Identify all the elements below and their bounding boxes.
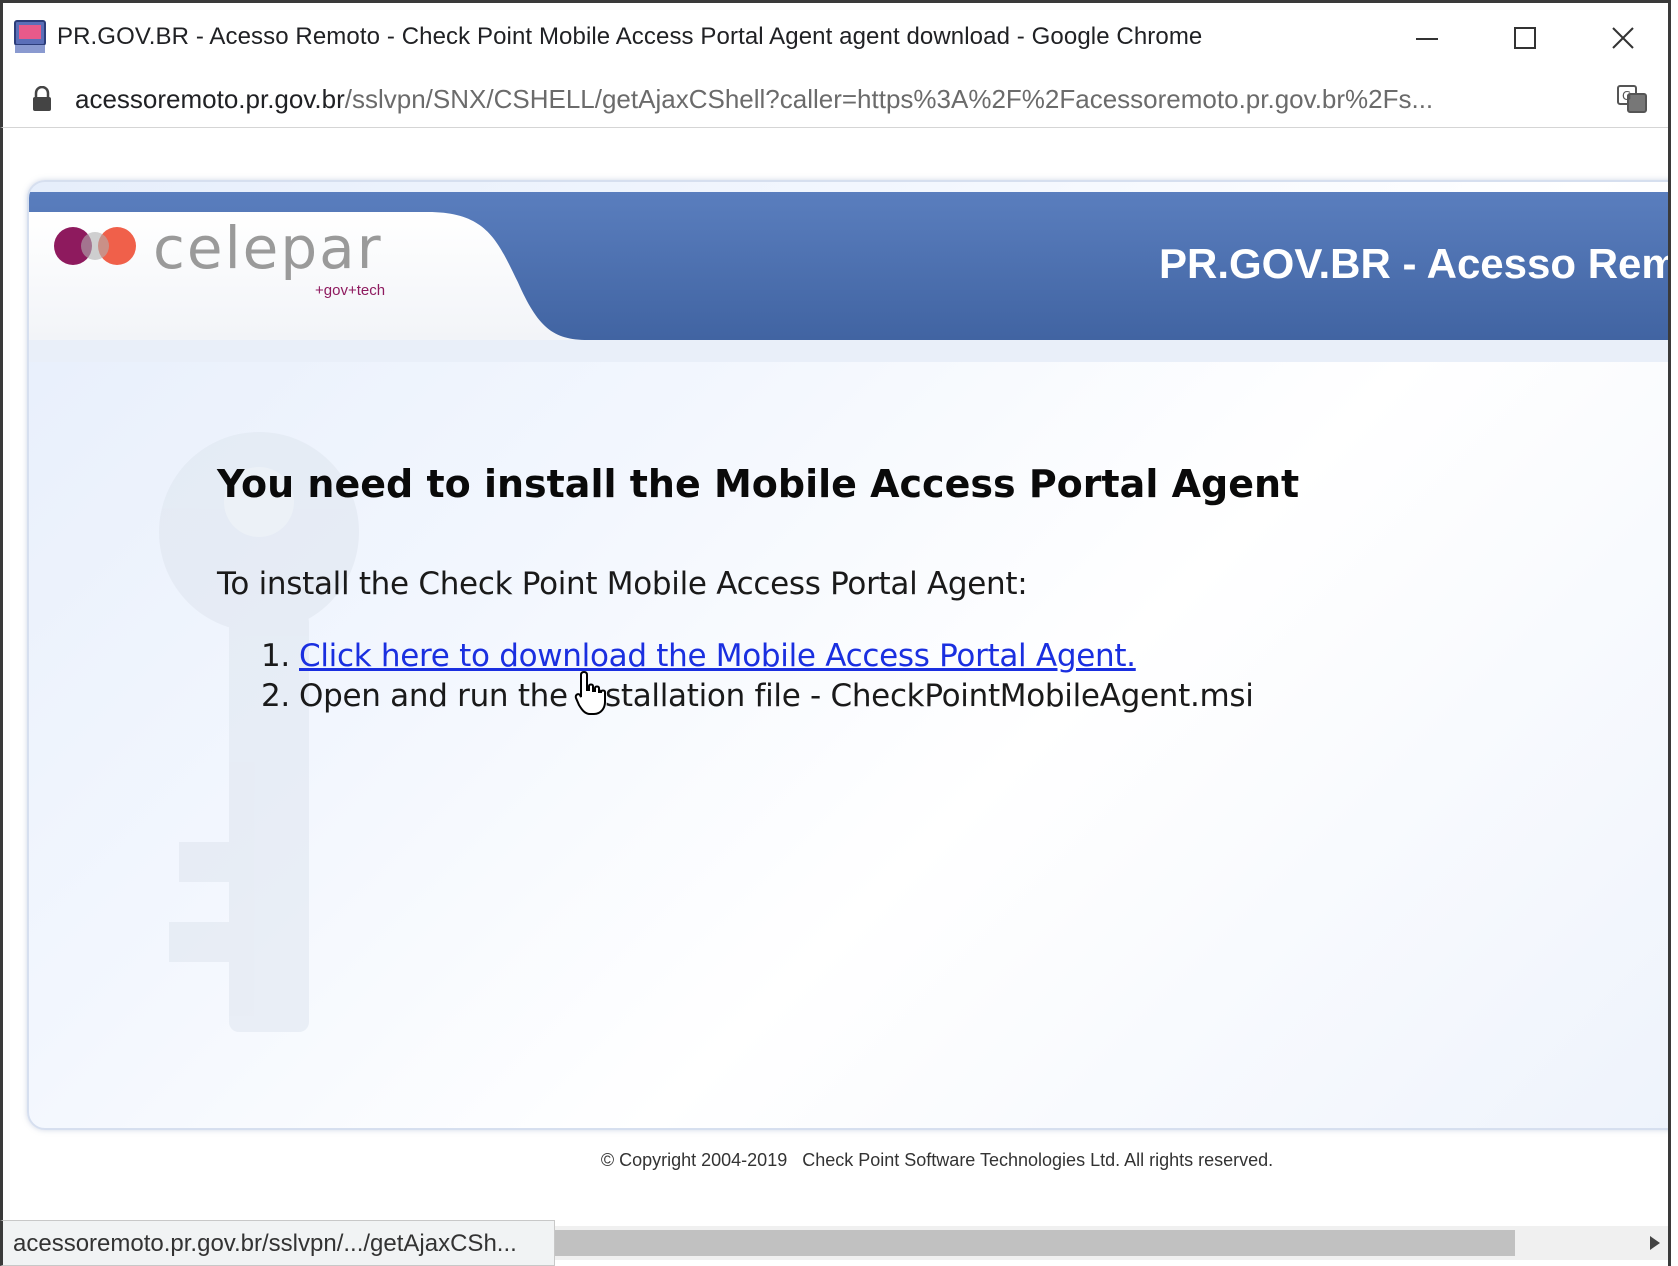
minimize-button[interactable] [1397, 15, 1457, 61]
minimize-icon [1416, 38, 1438, 40]
address-bar[interactable]: acessoremoto.pr.gov.br/sslvpn/SNX/CSHELL… [0, 70, 1668, 128]
hand-cursor-icon [574, 670, 606, 715]
horizontal-scrollbar[interactable] [555, 1226, 1668, 1260]
url-host: acessoremoto.pr.gov.br [75, 84, 345, 114]
list-item: 2. Open and run the installation file - C… [261, 678, 1254, 718]
download-agent-link[interactable]: Click here to download the Mobile Access… [299, 638, 1136, 674]
page-content: celepar +gov+tech PR.GOV.BR - Acesso Rem… [0, 128, 1668, 1220]
close-button[interactable] [1593, 15, 1653, 61]
scrollbar-thumb[interactable] [555, 1230, 1515, 1256]
portal-panel: celepar +gov+tech PR.GOV.BR - Acesso Rem… [27, 180, 1668, 1130]
window-title: PR.GOV.BR - Acesso Remoto - Check Point … [57, 23, 1203, 50]
page-heading: You need to install the Mobile Access Po… [217, 462, 1300, 506]
scroll-right-arrow-icon[interactable] [1648, 1234, 1662, 1252]
step-number: 1. [261, 638, 290, 674]
translate-icon[interactable]: G [1615, 82, 1649, 116]
celepar-logo: celepar +gov+tech [53, 214, 433, 312]
status-url: acessoremoto.pr.gov.br/sslvpn/.../getAja… [13, 1230, 517, 1257]
svg-text:G: G [1622, 89, 1631, 103]
url-text[interactable]: acessoremoto.pr.gov.br/sslvpn/SNX/CSHELL… [75, 84, 1433, 115]
maximize-icon [1514, 27, 1536, 49]
banner-title: PR.GOV.BR - Acesso Rem [1159, 240, 1668, 287]
install-intro: To install the Check Point Mobile Access… [217, 566, 1028, 602]
url-path: /sslvpn/SNX/CSHELL/getAjaxCShell?caller=… [344, 84, 1434, 114]
status-bar: acessoremoto.pr.gov.br/sslvpn/.../getAja… [0, 1220, 555, 1266]
key-watermark-icon [159, 432, 359, 1032]
step-number: 2. [261, 678, 290, 714]
window-right-edge [1668, 0, 1678, 1266]
window-titlebar: PR.GOV.BR - Acesso Remoto - Check Point … [0, 0, 1668, 70]
close-icon [1612, 27, 1634, 49]
logo-wordmark: celepar [153, 214, 383, 282]
step-text: Open and run the installation file - Che… [299, 678, 1254, 714]
copyright-years: © Copyright 2004-2019 [600, 1150, 788, 1170]
lock-icon[interactable] [31, 86, 53, 112]
install-steps: 1. Click here to download the Mobile Acce… [261, 638, 1254, 718]
logo-tagline: +gov+tech [315, 282, 386, 299]
portal-app-icon [14, 20, 46, 53]
copyright-company: Check Point Software Technologies Ltd. A… [802, 1150, 1274, 1170]
copyright-footer: © Copyright 2004-2019 Check Point Softwa… [3, 1150, 1668, 1171]
maximize-button[interactable] [1495, 15, 1555, 61]
list-item: 1. Click here to download the Mobile Acce… [261, 638, 1254, 678]
